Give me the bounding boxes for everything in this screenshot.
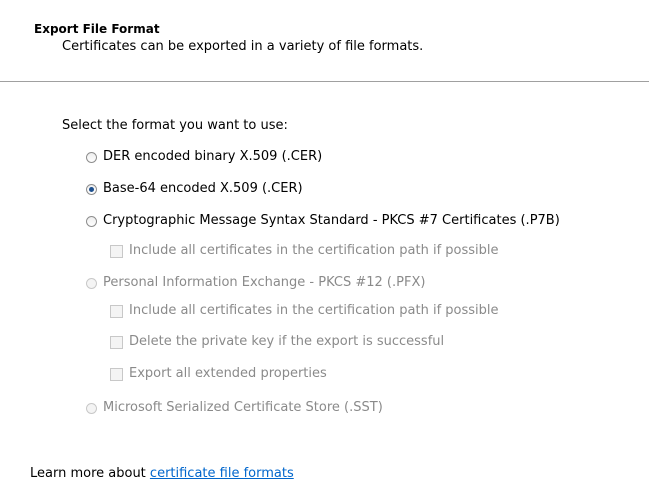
certificate-file-formats-link[interactable]: certificate file formats [150,466,294,481]
radio-button[interactable] [86,402,97,414]
checkbox[interactable] [110,335,123,349]
checkbox-delete-private-key[interactable]: Delete the private key if the export is … [110,333,444,351]
radio-label: Microsoft Serialized Certificate Store (… [103,400,383,415]
checkbox[interactable] [110,304,123,318]
checkbox[interactable] [110,367,123,381]
radio-base64-option[interactable]: Base-64 encoded X.509 (.CER) [86,180,303,198]
wizard-header: Export File Format Certificates can be e… [0,0,649,82]
radio-label: Base-64 encoded X.509 (.CER) [103,181,303,196]
checkbox-label: Include all certificates in the certific… [129,243,499,258]
page-title: Export File Format [34,22,160,36]
checkbox-label: Delete the private key if the export is … [129,334,445,349]
checkbox-label: Export all extended properties [129,366,327,381]
checkbox-export-extended-properties[interactable]: Export all extended properties [110,365,327,383]
radio-pkcs7-option[interactable]: Cryptographic Message Syntax Standard - … [86,212,560,230]
page-subtitle: Certificates can be exported in a variet… [62,39,424,54]
radio-der-option[interactable]: DER encoded binary X.509 (.CER) [86,148,322,166]
radio-button-selected[interactable] [86,183,97,195]
checkbox-pkcs7-include-path[interactable]: Include all certificates in the certific… [110,242,499,260]
wizard-content: Select the format you want to use: DER e… [0,82,649,492]
radio-button[interactable] [86,277,97,289]
radio-button[interactable] [86,215,97,227]
learn-more-text: Learn more about certificate file format… [30,466,294,482]
checkbox[interactable] [110,244,123,258]
radio-label: Cryptographic Message Syntax Standard - … [103,213,560,228]
format-prompt-label: Select the format you want to use: [62,118,288,133]
checkbox-label: Include all certificates in the certific… [129,303,499,318]
radio-label: DER encoded binary X.509 (.CER) [103,149,323,164]
radio-sst-option[interactable]: Microsoft Serialized Certificate Store (… [86,399,383,417]
learn-more-prefix: Learn more about [30,466,150,481]
radio-pfx-option[interactable]: Personal Information Exchange - PKCS #12… [86,274,425,292]
checkbox-pfx-include-path[interactable]: Include all certificates in the certific… [110,302,499,320]
radio-button[interactable] [86,151,97,163]
radio-label: Personal Information Exchange - PKCS #12… [103,275,426,290]
